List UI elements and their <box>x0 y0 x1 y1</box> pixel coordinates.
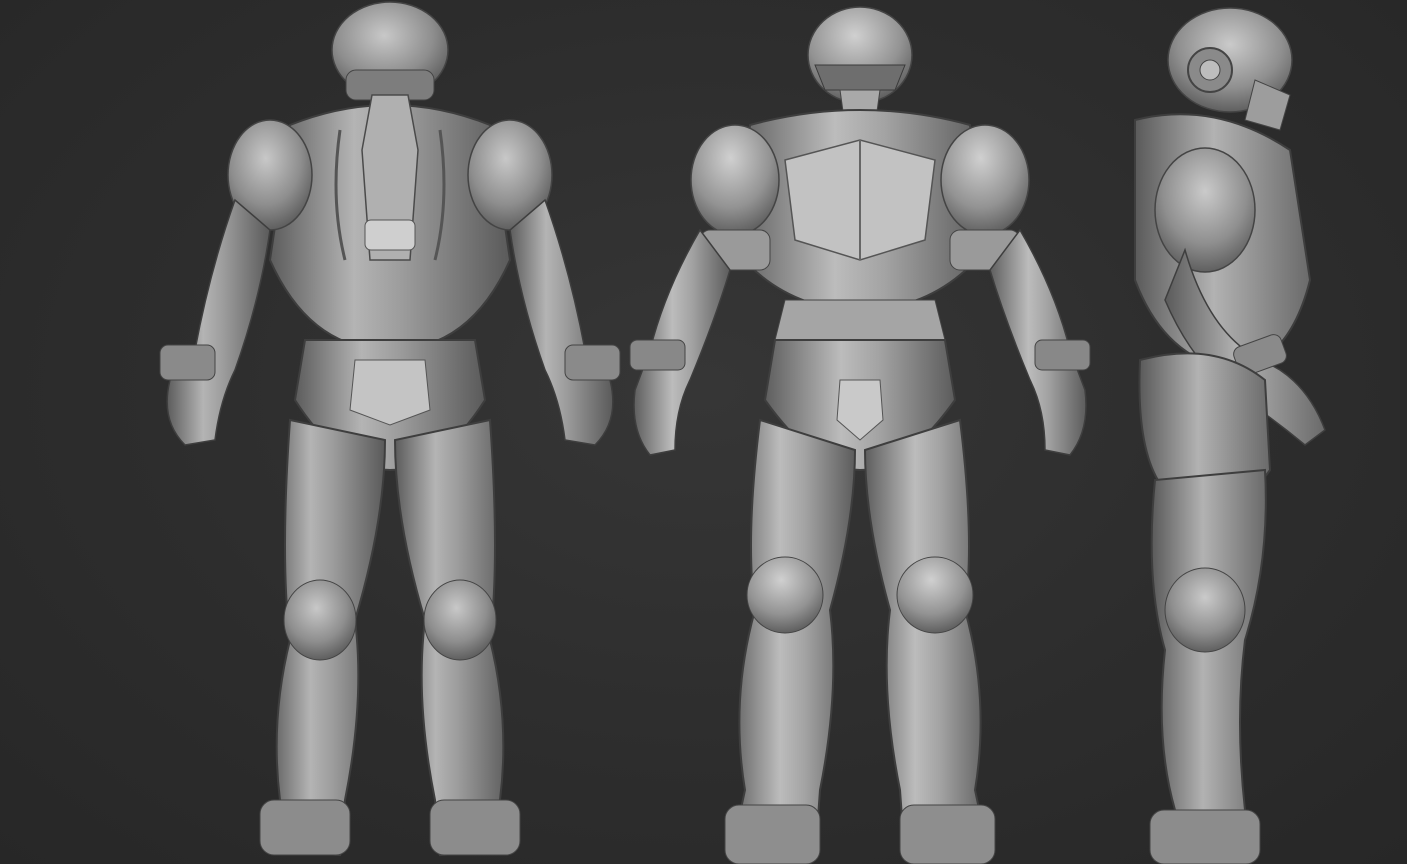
armored-figure-back-view <box>140 0 640 864</box>
armored-figure-side-view <box>1095 0 1407 864</box>
sculpt-viewport <box>0 0 1407 864</box>
armored-figure-front-view <box>615 0 1105 864</box>
